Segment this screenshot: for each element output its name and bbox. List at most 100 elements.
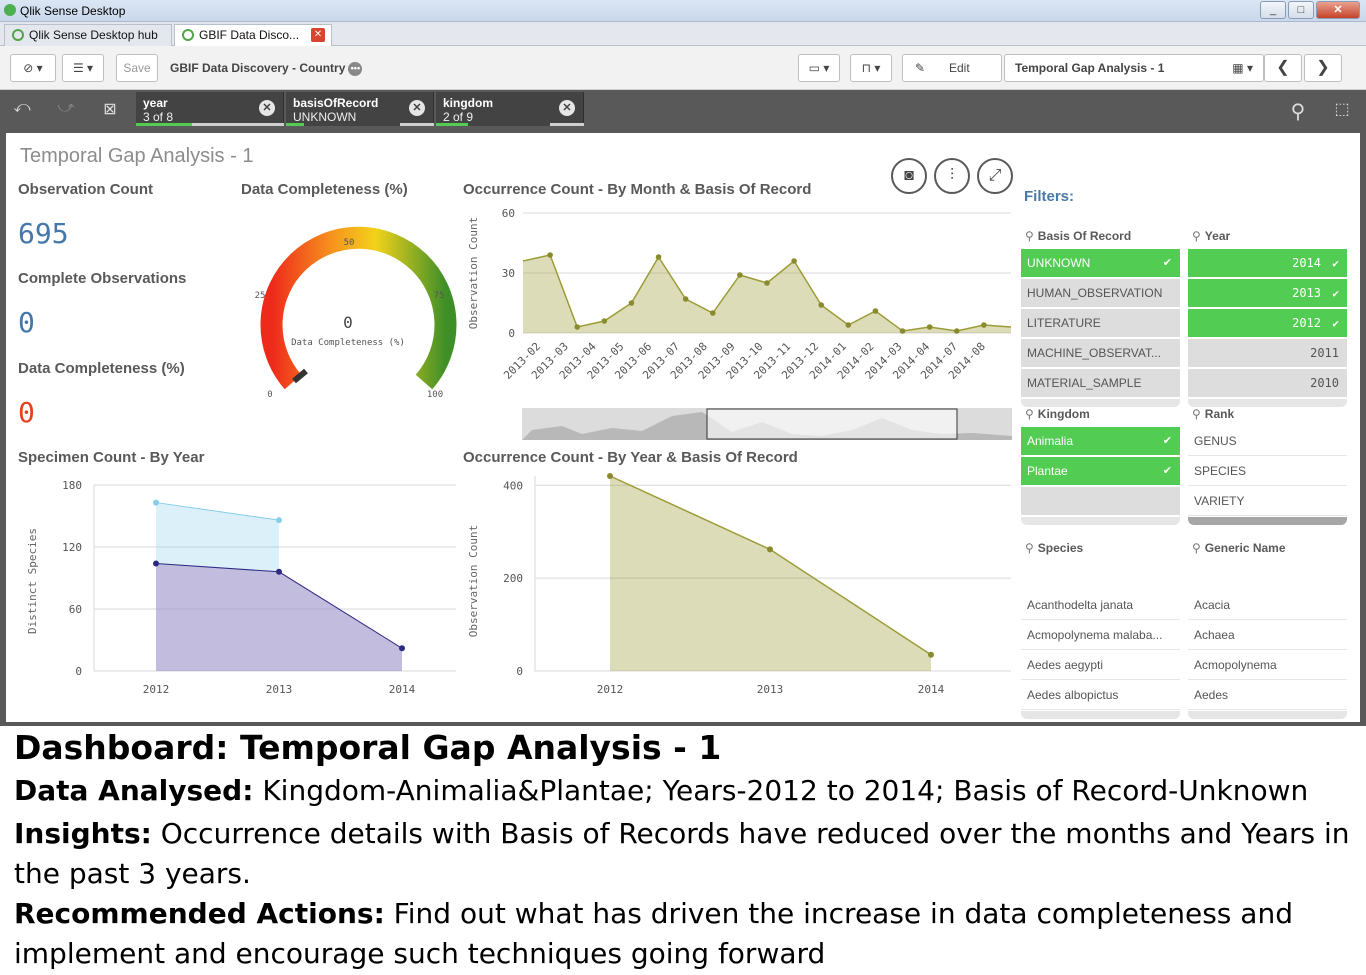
close-tab-icon[interactable]: ✕ [311,28,325,42]
filter-scrollbar[interactable] [1021,711,1180,719]
filter-item[interactable]: Achaea [1188,621,1347,650]
filter-item[interactable]: UNKNOWN ✔ [1021,249,1180,278]
filter-item-label: Aedes [1194,688,1229,702]
filter-item-label: MACHINE_OBSERVAT... [1027,346,1162,360]
filter-empty-row [1021,487,1180,516]
search-icon[interactable]: ⚲ [1192,229,1201,243]
clear-all-icon[interactable]: ⊠ [98,99,122,119]
clear-selection-icon[interactable]: ✕ [409,100,425,116]
filter-pane-title-text: Kingdom [1037,407,1090,421]
filter-pane-species-title[interactable]: ⚲ Species [1025,541,1083,555]
sheet-selector[interactable]: Temporal Gap Analysis - 1 ▦ ▾ [1004,54,1264,82]
filter-pane-rank-title[interactable]: ⚲ Rank [1192,407,1234,421]
specimen-area-chart[interactable]: Distinct Species 0 60 120 180 2012 2013 2014 [16,471,461,706]
qlik-logo-icon [4,4,16,16]
filter-item[interactable]: GENUS [1188,427,1347,456]
search-icon[interactable]: ⚲ [1286,99,1310,123]
x-tick-label: 2013 [757,683,784,696]
maximize-button[interactable]: □ [1288,1,1314,19]
chip-value: UNKNOWN [293,110,357,124]
filter-item-label: SPECIES [1194,464,1247,478]
present-mode-button[interactable]: ▭ ▾ [798,54,840,82]
edit-button[interactable]: ✎ Edit [902,54,1002,82]
snapshot-button[interactable]: ◙ [891,158,927,194]
filter-item[interactable]: 2012 ✔ [1188,309,1347,338]
gauge-tick: 100 [427,390,443,400]
next-sheet-button[interactable]: ❯ [1304,54,1342,82]
filter-item[interactable]: Acmopolynema [1188,651,1347,680]
filter-pane-year-title[interactable]: ⚲ Year [1192,229,1230,243]
filter-scrollbar[interactable] [1021,517,1180,525]
filter-item[interactable]: Aedes albopictus [1021,681,1180,710]
step-back-icon[interactable]: ⤺ [10,99,34,119]
tab-gbif[interactable]: GBIF Data Disco... ✕ [174,24,332,46]
selection-chip-year[interactable]: year 3 of 8 ✕ [136,92,284,126]
filter-scrollbar[interactable] [1188,711,1347,719]
selection-chip-kingdom[interactable]: kingdom 2 of 9 ✕ [436,92,584,126]
filter-pane-basis-title[interactable]: ⚲ Basis Of Record [1025,229,1131,243]
filter-item[interactable]: 2014 ✔ [1188,249,1347,278]
filter-pane-kingdom-title[interactable]: ⚲ Kingdom [1025,407,1090,421]
monthly-mini-chart[interactable] [522,408,1012,440]
exploration-menu-button[interactable]: ⫶ [934,158,970,194]
caption-data-analysed: Data Analysed: Kingdom-Animalia&Plantae;… [14,774,1354,807]
window-titlebar: Qlik Sense Desktop _ □ ✕ [0,0,1366,22]
qlik-logo-icon [12,29,24,41]
more-icon[interactable]: ••• [348,61,363,76]
filter-item[interactable]: Acmopolynema malaba... [1021,621,1180,650]
filter-pane-generic-title[interactable]: ⚲ Generic Name [1192,541,1286,555]
filter-scrollbar[interactable] [1188,517,1347,525]
filter-item[interactable]: 2013 ✔ [1188,279,1347,308]
tab-label: Qlik Sense Desktop hub [29,28,158,42]
filter-item[interactable]: Acacia [1188,591,1347,620]
filter-item[interactable]: LITERATURE [1021,309,1180,338]
data-point [547,252,553,258]
filter-item-label: 2012 [1292,316,1321,330]
navigation-menu-button[interactable]: ⊘ ▾ [10,54,56,82]
yearly-area-chart[interactable]: Observation Count 0 200 400 2012 2013 2014 [461,471,1016,706]
qlik-logo-icon [182,29,194,41]
data-point [709,310,716,316]
previous-sheet-button[interactable]: ❮ [1264,54,1302,82]
bookmarks-button[interactable]: ⊓ ▾ [850,54,892,82]
filter-item[interactable]: Acanthodelta janata [1021,591,1180,620]
save-button[interactable]: Save [116,54,158,82]
clear-selection-icon[interactable]: ✕ [559,100,575,116]
filter-item[interactable]: MATERIAL_SAMPLE [1021,369,1180,398]
fullscreen-button[interactable]: ⤢ [977,158,1013,194]
filter-item[interactable]: 2011 [1188,339,1347,368]
sliders-icon: ⫶ [949,167,954,184]
filter-item[interactable]: Aedes aegypti [1021,651,1180,680]
search-icon[interactable]: ⚲ [1025,229,1034,243]
filter-item[interactable]: Aedes [1188,681,1347,710]
data-point [276,517,282,524]
filter-item[interactable]: MACHINE_OBSERVAT... [1021,339,1180,368]
search-icon[interactable]: ⚲ [1025,407,1034,421]
tab-hub[interactable]: Qlik Sense Desktop hub [4,24,172,46]
search-icon[interactable]: ⚲ [1192,407,1201,421]
filter-item[interactable]: 2010 [1188,369,1347,398]
filter-item[interactable]: HUMAN_OBSERVATION [1021,279,1180,308]
filter-item[interactable]: Plantae ✔ [1021,457,1180,486]
filter-scrollbar[interactable] [1188,399,1347,407]
y-tick-label: 120 [62,541,82,554]
range-selector[interactable] [706,408,958,440]
filter-item[interactable]: Animalia ✔ [1021,427,1180,456]
monthly-area-chart[interactable]: Observation Count030602013-022013-032013… [461,203,1016,443]
minimize-button[interactable]: _ [1260,1,1286,19]
search-icon[interactable]: ⚲ [1025,541,1034,555]
filter-scrollbar[interactable] [1021,399,1180,407]
gauge-value: 0 [343,313,353,332]
kpi-data-completeness-value: 0 [18,396,35,429]
close-window-button[interactable]: ✕ [1316,1,1360,19]
global-menu-button[interactable]: ☰ ▾ [62,54,104,82]
app-title: GBIF Data Discovery - Country ••• [170,61,363,76]
selections-tool-icon[interactable]: ⬚ [1330,99,1354,119]
filter-item[interactable]: SPECIES [1188,457,1347,486]
filter-item[interactable]: VARIETY [1188,487,1347,516]
clear-selection-icon[interactable]: ✕ [259,100,275,116]
list-icon: ☰ ▾ [72,61,94,75]
search-icon[interactable]: ⚲ [1192,541,1201,555]
step-forward-icon[interactable]: ⤻ [54,99,78,119]
selection-chip-basisofrecord[interactable]: basisOfRecord UNKNOWN ✕ [286,92,434,126]
